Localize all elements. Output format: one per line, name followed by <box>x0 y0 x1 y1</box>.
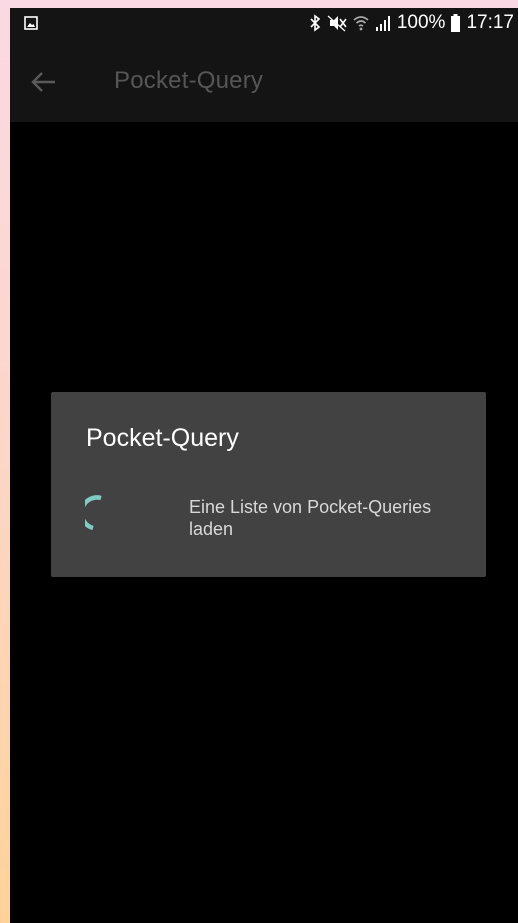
loading-spinner-icon <box>85 495 102 531</box>
image-notification-icon <box>24 16 38 30</box>
status-bar: 100% 17:17 <box>10 8 518 38</box>
phone-screen: 100% 17:17 Pocket-Query Pocket-Query Ein… <box>10 8 518 923</box>
wifi-icon <box>353 14 369 32</box>
mute-icon <box>327 14 347 32</box>
dialog-title: Pocket-Query <box>86 424 239 452</box>
status-right-group: 100% 17:17 <box>309 12 514 34</box>
progress-dialog: Pocket-Query Eine Liste von Pocket-Queri… <box>51 392 486 577</box>
bluetooth-icon <box>309 14 321 32</box>
arrow-left-icon <box>31 72 55 92</box>
battery-icon <box>451 14 461 32</box>
back-button[interactable] <box>26 64 62 100</box>
battery-percent: 100% <box>396 12 446 33</box>
app-bar: Pocket-Query <box>10 38 518 122</box>
signal-icon <box>375 14 391 32</box>
status-time: 17:17 <box>466 12 514 33</box>
appbar-title: Pocket-Query <box>114 67 264 94</box>
dialog-message: Eine Liste von Pocket-Queries laden <box>189 497 432 539</box>
